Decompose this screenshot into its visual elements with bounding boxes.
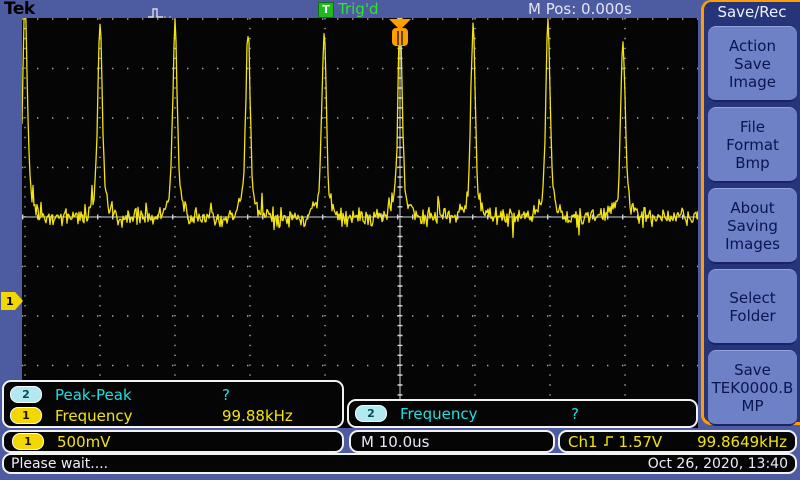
measurement-box-2: 2 Frequency ? <box>347 399 698 428</box>
softkey-menu-panel: Save/Rec Action Save Image File Format B… <box>701 0 800 425</box>
measurement-label: Frequency <box>55 407 133 425</box>
measurement-box-1: 2 Peak-Peak ? 1 Frequency 99.88kHz <box>2 380 344 428</box>
menu-button-file-format[interactable]: File Format Bmp <box>708 107 797 183</box>
measurement-row: 2 Frequency ? <box>355 403 696 424</box>
oscilloscope-ui: Tek T Trig'd M Pos: 0.000s 1 Save/Rec Ac… <box>0 0 800 480</box>
channel1-scale-readout: 1 500mV <box>2 430 344 453</box>
waveform-plot <box>22 18 698 428</box>
menu-button-save-file[interactable]: Save TEK0000.BMP <box>708 350 797 426</box>
measurement-value: ? <box>571 405 579 423</box>
trigger-position-marker-icon <box>387 18 413 48</box>
trigger-type-icon: T <box>318 2 334 18</box>
trigger-frequency-value: 99.8649kHz <box>697 433 787 451</box>
status-message: Please wait.... <box>11 456 108 472</box>
trigger-status-label: Trig'd <box>338 0 378 18</box>
trigger-source: Ch1 <box>568 433 598 451</box>
timebase-readout: M 10.0us <box>349 430 555 453</box>
channel1-scale-value: 500mV <box>57 433 111 451</box>
menu-button-action-save-image[interactable]: Action Save Image <box>708 26 797 102</box>
menu-button-about-saving-images[interactable]: About Saving Images <box>708 188 797 264</box>
menu-title: Save/Rec <box>704 2 800 21</box>
tek-logo: Tek <box>4 0 35 19</box>
graticule-display <box>22 18 698 428</box>
measurement-label: Frequency <box>400 405 478 423</box>
measurement-row: 1 Frequency 99.88kHz <box>10 405 342 426</box>
timebase-value: M 10.0us <box>361 433 429 451</box>
measurement-label: Peak-Peak <box>55 386 132 404</box>
status-bar: Please wait.... Oct 26, 2020, 13:40 <box>2 453 797 474</box>
trigger-level-value: 1.57V <box>619 433 663 451</box>
rising-edge-icon <box>603 432 614 451</box>
channel2-badge: 2 <box>10 386 42 403</box>
measurement-value: 99.88kHz <box>222 407 293 425</box>
channel2-badge: 2 <box>355 405 387 422</box>
channel1-badge: 1 <box>10 407 42 424</box>
menu-button-select-folder[interactable]: Select Folder <box>708 269 797 345</box>
channel1-badge: 1 <box>12 433 44 450</box>
trigger-readout: Ch1 1.57V 99.8649kHz <box>558 430 797 453</box>
date-time: Oct 26, 2020, 13:40 <box>648 456 788 472</box>
channel1-ground-marker: 1 <box>1 292 23 310</box>
measurement-value: ? <box>222 386 230 404</box>
measurement-row: 2 Peak-Peak ? <box>10 384 342 405</box>
channel1-marker-label: 1 <box>6 295 14 308</box>
horizontal-position-readout: M Pos: 0.000s <box>528 0 632 18</box>
